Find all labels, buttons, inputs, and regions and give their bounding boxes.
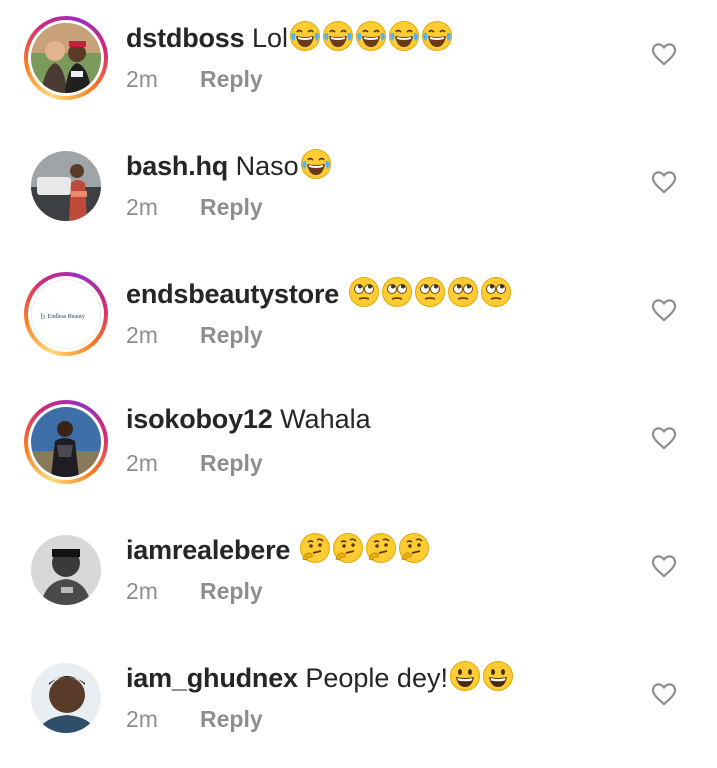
comment-text: Naso bbox=[235, 151, 299, 181]
comment-timestamp: 2m bbox=[126, 66, 158, 92]
comment-item: iam_ghudnex People dey! 2m Reply bbox=[0, 640, 717, 768]
avatar-story-ring[interactable] bbox=[24, 400, 108, 484]
emoji-group bbox=[448, 661, 514, 693]
avatar-frame[interactable] bbox=[24, 656, 108, 740]
avatar[interactable]: b Endless Beauty bbox=[31, 279, 101, 349]
avatar-frame[interactable] bbox=[24, 528, 108, 612]
comment-timestamp: 2m bbox=[126, 322, 158, 348]
thinking-emoji-icon bbox=[299, 533, 330, 563]
grin-emoji-icon bbox=[449, 661, 480, 691]
avatar-story-ring[interactable] bbox=[24, 16, 108, 100]
comment-timestamp: 2m bbox=[126, 578, 158, 604]
comment-text: Wahala bbox=[280, 404, 371, 434]
thinking-emoji-icon bbox=[398, 533, 429, 563]
laugh-cry-emoji-icon bbox=[421, 21, 452, 51]
avatar[interactable] bbox=[31, 663, 101, 733]
comment-item: bash.hq Naso 2m Reply bbox=[0, 128, 717, 256]
heart-icon[interactable] bbox=[651, 170, 677, 194]
avatar[interactable] bbox=[31, 23, 101, 93]
reply-button[interactable]: Reply bbox=[200, 706, 263, 732]
heart-icon[interactable] bbox=[651, 426, 677, 450]
comment-username[interactable]: iamrealebere bbox=[126, 535, 290, 565]
eye-roll-emoji-icon bbox=[480, 277, 511, 307]
reply-button[interactable]: Reply bbox=[200, 66, 263, 92]
svg-text:b: b bbox=[41, 311, 46, 321]
heart-icon[interactable] bbox=[651, 42, 677, 66]
comment-timestamp: 2m bbox=[126, 706, 158, 732]
reply-button[interactable]: Reply bbox=[200, 578, 263, 604]
comment-item: iamrealebere 2m Reply bbox=[0, 512, 717, 640]
reply-button[interactable]: Reply bbox=[200, 450, 263, 476]
laugh-cry-emoji-icon bbox=[388, 21, 419, 51]
thinking-emoji-icon bbox=[365, 533, 396, 563]
comment-username[interactable]: iam_ghudnex bbox=[126, 663, 298, 693]
avatar-frame[interactable] bbox=[24, 144, 108, 228]
avatar-story-ring[interactable]: b Endless Beauty bbox=[24, 272, 108, 356]
reply-button[interactable]: Reply bbox=[200, 194, 263, 220]
heart-icon[interactable] bbox=[651, 298, 677, 322]
avatar[interactable] bbox=[31, 407, 101, 477]
reply-button[interactable]: Reply bbox=[200, 322, 263, 348]
eye-roll-emoji-icon bbox=[414, 277, 445, 307]
emoji-group bbox=[298, 533, 430, 565]
eye-roll-emoji-icon bbox=[348, 277, 379, 307]
avatar[interactable] bbox=[31, 535, 101, 605]
comment-item: isokoboy12 Wahala 2m Reply bbox=[0, 384, 717, 512]
avatar[interactable] bbox=[31, 151, 101, 221]
emoji-group bbox=[288, 21, 453, 53]
eye-roll-emoji-icon bbox=[381, 277, 412, 307]
comment-username[interactable]: endsbeautystore bbox=[126, 279, 339, 309]
comment-timestamp: 2m bbox=[126, 194, 158, 220]
grin-emoji-icon bbox=[482, 661, 513, 691]
comment-item: b Endless Beauty endsbeautystore 2m Reply bbox=[0, 256, 717, 384]
laugh-cry-emoji-icon bbox=[289, 21, 320, 51]
emoji-group bbox=[347, 277, 512, 309]
comment-username[interactable]: bash.hq bbox=[126, 151, 228, 181]
eye-roll-emoji-icon bbox=[447, 277, 478, 307]
laugh-cry-emoji-icon bbox=[322, 21, 353, 51]
comment-timestamp: 2m bbox=[126, 450, 158, 476]
comment-username[interactable]: dstdboss bbox=[126, 23, 245, 53]
comment-username[interactable]: isokoboy12 bbox=[126, 404, 273, 434]
heart-icon[interactable] bbox=[651, 554, 677, 578]
laugh-cry-emoji-icon bbox=[355, 21, 386, 51]
thinking-emoji-icon bbox=[332, 533, 363, 563]
emoji-group bbox=[299, 149, 332, 181]
avatar-logo-text: Endless Beauty bbox=[48, 314, 85, 320]
comment-text: Lol bbox=[251, 23, 288, 53]
comment-item: dstdboss Lol 2m Reply bbox=[0, 0, 717, 128]
laugh-cry-emoji-icon bbox=[300, 149, 331, 179]
comment-text: People dey! bbox=[305, 663, 448, 693]
heart-icon[interactable] bbox=[651, 682, 677, 706]
